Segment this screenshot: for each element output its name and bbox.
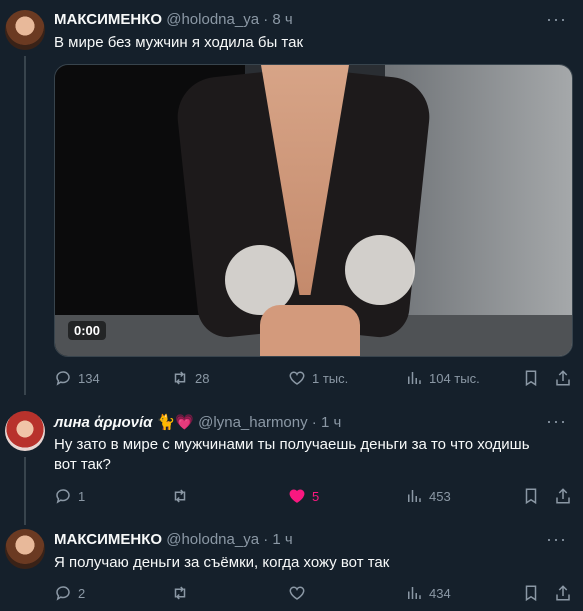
more-button[interactable]: ··· <box>546 9 567 30</box>
retweet-count: 28 <box>195 370 210 386</box>
view-count: 453 <box>429 488 451 504</box>
bookmark-icon <box>525 370 537 387</box>
reply-count: 2 <box>78 585 86 601</box>
avatar[interactable] <box>5 10 45 50</box>
retweet-icon <box>174 586 186 600</box>
author-name[interactable]: МАКСИМЕНКО <box>54 531 162 548</box>
bookmark-icon <box>525 585 537 602</box>
action-bar: 134 28 1 тыс. 104 тыс. <box>54 369 574 389</box>
views-button[interactable]: 434 <box>405 584 451 602</box>
like-button[interactable]: 1 тыс. <box>288 369 348 387</box>
tweet-time[interactable]: · 8 ч <box>263 11 293 28</box>
reply-button[interactable]: 1 <box>54 487 85 505</box>
tweet-header: лина ἁρμονία 🐈💗 @lyna_harmony · 1 ч <box>54 413 341 431</box>
tweet-2[interactable]: лина ἁρμονία 🐈💗 @lyna_harmony · 1 ч ··· … <box>0 405 583 525</box>
author-name[interactable]: лина ἁρμονία <box>54 414 152 431</box>
author-emoji: 🐈💗 <box>156 414 194 431</box>
retweet-button[interactable] <box>171 487 195 505</box>
bookmark-button[interactable] <box>522 369 540 387</box>
tweet-3[interactable]: МАКСИМЕНКО @holodna_ya · 1 ч ··· Я получ… <box>0 522 583 611</box>
like-count: 5 <box>312 488 320 504</box>
views-icon <box>408 587 421 599</box>
like-icon <box>289 586 305 600</box>
reply-icon <box>56 586 70 601</box>
reply-icon <box>56 371 70 386</box>
views-icon <box>408 372 421 384</box>
reply-count: 1 <box>78 488 86 504</box>
avatar[interactable] <box>5 411 45 451</box>
tweet-text: Я получаю деньги за съёмки, когда хожу в… <box>54 554 390 571</box>
tweet-text: В мире без мужчин я ходила бы так <box>54 34 304 51</box>
like-count: 1 тыс. <box>312 370 349 386</box>
share-icon <box>556 370 570 386</box>
action-bar: 1 5 453 <box>54 487 574 507</box>
share-icon <box>556 488 570 504</box>
reply-button[interactable]: 134 <box>54 369 100 387</box>
thread-line <box>24 56 26 395</box>
views-button[interactable]: 104 тыс. <box>405 369 480 387</box>
video-player[interactable]: 0:00 <box>54 64 573 357</box>
more-button[interactable]: ··· <box>546 529 567 550</box>
bookmark-button[interactable] <box>522 487 540 505</box>
tweet-time[interactable]: · 1 ч <box>312 414 342 431</box>
like-button[interactable] <box>288 584 312 602</box>
like-icon <box>289 489 305 503</box>
retweet-button[interactable]: 28 <box>171 369 209 387</box>
view-count: 434 <box>429 585 451 601</box>
reply-button[interactable]: 2 <box>54 584 85 602</box>
reply-icon <box>56 489 70 504</box>
views-icon <box>408 490 421 502</box>
video-figure <box>345 235 415 305</box>
tweet-text: Ну зато в мире с мужчинами ты получаешь … <box>54 436 530 473</box>
retweet-icon <box>174 371 186 385</box>
thread-line <box>24 457 26 525</box>
video-timestamp: 0:00 <box>68 321 107 340</box>
video-figure <box>260 305 360 356</box>
more-button[interactable]: ··· <box>546 411 567 432</box>
reply-count: 134 <box>78 370 100 386</box>
retweet-button[interactable] <box>171 584 195 602</box>
share-button[interactable] <box>554 584 572 602</box>
like-button[interactable]: 5 <box>288 487 319 505</box>
author-handle[interactable]: @holodna_ya <box>166 531 259 548</box>
like-icon <box>289 371 305 385</box>
bookmark-icon <box>525 488 537 505</box>
views-button[interactable]: 453 <box>405 487 451 505</box>
bookmark-button[interactable] <box>522 584 540 602</box>
tweet-1[interactable]: МАКСИМЕНКО @holodna_ya · 8 ч ··· В мире … <box>0 0 583 395</box>
share-button[interactable] <box>554 487 572 505</box>
retweet-icon <box>174 489 186 503</box>
view-count: 104 тыс. <box>429 370 480 386</box>
author-name[interactable]: МАКСИМЕНКО <box>54 11 162 28</box>
tweet-header: МАКСИМЕНКО @holodna_ya · 8 ч <box>54 11 293 28</box>
action-bar: 2 434 <box>54 584 574 604</box>
share-button[interactable] <box>554 369 572 387</box>
tweet-header: МАКСИМЕНКО @holodna_ya · 1 ч <box>54 531 293 548</box>
author-handle[interactable]: @lyna_harmony <box>198 414 307 431</box>
share-icon <box>556 585 570 601</box>
avatar[interactable] <box>5 529 45 569</box>
author-handle[interactable]: @holodna_ya <box>166 11 259 28</box>
tweet-time[interactable]: · 1 ч <box>263 531 293 548</box>
